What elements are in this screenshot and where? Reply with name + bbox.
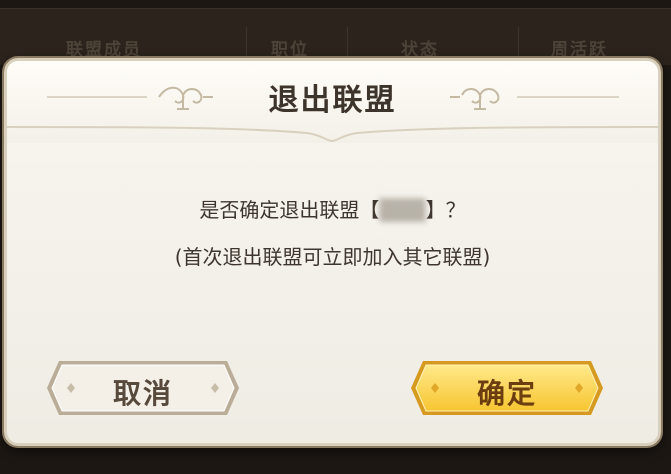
- member-list-header: 联盟成员 职位 状态 周活跃: [0, 8, 671, 67]
- column-header-position: 职位: [271, 40, 309, 60]
- column-header-members: 联盟成员: [66, 40, 142, 60]
- cancel-button-label: 取消: [112, 377, 173, 410]
- message-prefix: 是否确定退出联盟【: [199, 198, 380, 222]
- alliance-name-redacted: ▒▒▒: [379, 198, 426, 222]
- dialog-title-band: 退出联盟: [7, 61, 658, 143]
- rejoin-note: (首次退出联盟可立即加入其它联盟): [174, 245, 491, 269]
- column-header-weekly-activity: 周活跃: [551, 40, 608, 60]
- confirm-message: 是否确定退出联盟【▒▒▒】？: [7, 194, 658, 223]
- dialog-title: 退出联盟: [268, 83, 397, 118]
- confirm-button[interactable]: 确定: [409, 359, 605, 417]
- confirm-button-label: 确定: [476, 377, 537, 410]
- cancel-button[interactable]: 取消: [45, 359, 241, 417]
- column-header-status: 状态: [401, 40, 439, 60]
- message-suffix: 】？: [425, 198, 466, 222]
- leave-alliance-dialog: 退出联盟 是否确定退出联盟【▒▒▒】？ (首次退出联盟可立即加入其它联盟) 取消: [4, 58, 661, 446]
